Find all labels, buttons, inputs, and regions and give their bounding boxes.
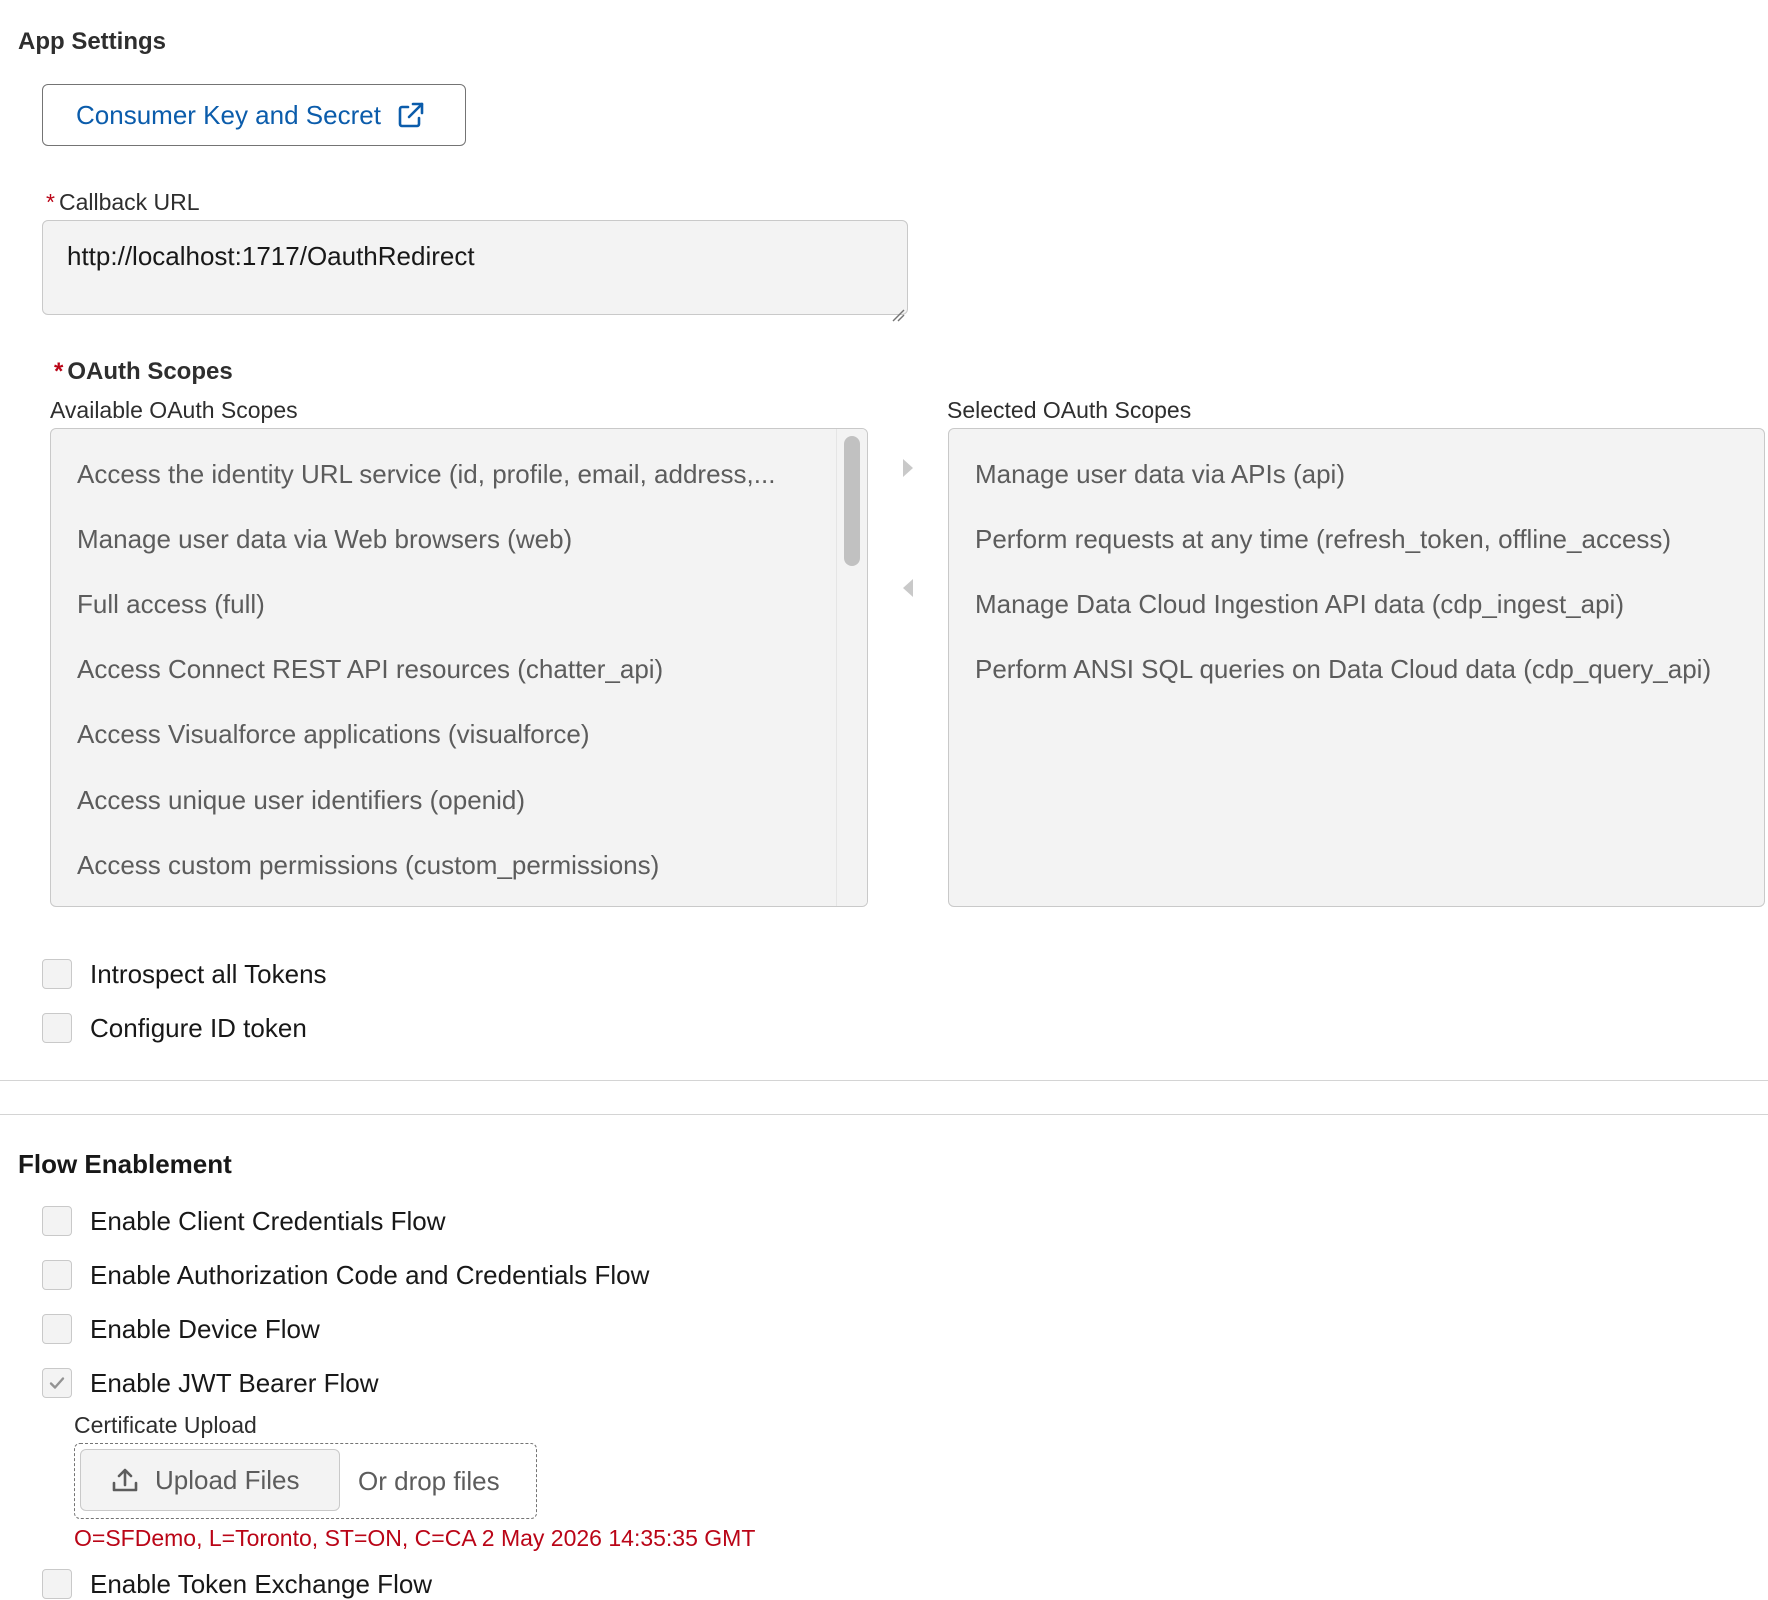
consumer-key-secret-button[interactable]: Consumer Key and Secret (42, 84, 466, 146)
callback-url-value: http://localhost:1717/OauthRedirect (67, 241, 475, 271)
checkbox-box[interactable] (42, 959, 72, 989)
checkbox-box[interactable] (42, 1368, 72, 1398)
app-settings-title: App Settings (18, 28, 166, 55)
section-divider (0, 1114, 1768, 1115)
available-scope-item[interactable]: Manage user data via Web browsers (web) (77, 526, 572, 552)
checkbox-label: Enable Client Credentials Flow (90, 1205, 446, 1236)
available-scopes-label: Available OAuth Scopes (50, 397, 298, 423)
auth-code-credentials-flow-checkbox[interactable]: Enable Authorization Code and Credential… (42, 1259, 649, 1291)
consumer-key-secret-label: Consumer Key and Secret (76, 99, 381, 130)
checkbox-label: Configure ID token (90, 1012, 307, 1043)
checkmark-icon (49, 1377, 65, 1389)
selected-scope-item[interactable]: Perform ANSI SQL queries on Data Cloud d… (975, 656, 1711, 682)
move-to-available-button[interactable] (896, 573, 920, 603)
certificate-dropzone[interactable]: Upload Files Or drop files (74, 1443, 537, 1519)
client-credentials-flow-checkbox[interactable]: Enable Client Credentials Flow (42, 1205, 446, 1237)
available-scope-item[interactable]: Access custom permissions (custom_permis… (77, 852, 659, 878)
selected-scope-item[interactable]: Manage Data Cloud Ingestion API data (cd… (975, 591, 1624, 617)
token-exchange-flow-checkbox[interactable]: Enable Token Exchange Flow (42, 1568, 432, 1600)
chevron-left-icon (903, 579, 913, 597)
selected-scopes-label: Selected OAuth Scopes (947, 397, 1192, 423)
oauth-scopes-label-text: OAuth Scopes (67, 358, 233, 385)
upload-icon (111, 1466, 139, 1494)
available-scope-item[interactable]: Access unique user identifiers (openid) (77, 787, 525, 813)
checkbox-label: Introspect all Tokens (90, 958, 327, 989)
required-marker: * (54, 358, 64, 385)
available-scopes-listbox[interactable]: Access the identity URL service (id, pro… (50, 428, 868, 907)
checkbox-box[interactable] (42, 1013, 72, 1043)
checkbox-box[interactable] (42, 1206, 72, 1236)
checkbox-box[interactable] (42, 1314, 72, 1344)
callback-url-label: * Callback URL (46, 191, 200, 214)
certificate-info: O=SFDemo, L=Toronto, ST=ON, C=CA 2 May 2… (74, 1525, 756, 1551)
flow-enablement-title: Flow Enablement (18, 1149, 232, 1179)
external-link-icon (397, 101, 425, 129)
selected-scope-item[interactable]: Perform requests at any time (refresh_to… (975, 526, 1671, 552)
oauth-scopes-label: * OAuth Scopes (54, 358, 233, 386)
selected-scopes-listbox[interactable]: Manage user data via APIs (api) Perform … (948, 428, 1765, 907)
callback-url-label-text: Callback URL (58, 189, 200, 215)
checkbox-label: Enable Token Exchange Flow (90, 1568, 433, 1599)
resize-grip-icon[interactable] (891, 298, 905, 322)
introspect-tokens-checkbox[interactable]: Introspect all Tokens (42, 958, 327, 990)
jwt-bearer-flow-checkbox[interactable]: Enable JWT Bearer Flow (42, 1367, 379, 1399)
chevron-right-icon (903, 459, 913, 477)
available-scope-item[interactable]: Access Connect REST API resources (chatt… (77, 656, 663, 682)
checkbox-label: Enable JWT Bearer Flow (90, 1367, 379, 1398)
move-to-selected-button[interactable] (896, 453, 920, 483)
configure-id-token-checkbox[interactable]: Configure ID token (42, 1012, 307, 1044)
checkbox-box[interactable] (42, 1260, 72, 1290)
available-scope-item[interactable]: Access Visualforce applications (visualf… (77, 721, 590, 747)
upload-files-label: Upload Files (155, 1464, 300, 1495)
scrollbar[interactable] (836, 429, 867, 906)
upload-files-button[interactable]: Upload Files (80, 1449, 340, 1511)
device-flow-checkbox[interactable]: Enable Device Flow (42, 1313, 320, 1345)
callback-url-field[interactable]: http://localhost:1717/OauthRedirect (42, 220, 908, 322)
checkbox-label: Enable Device Flow (90, 1313, 320, 1344)
required-marker: * (46, 189, 55, 215)
selected-scope-item[interactable]: Manage user data via APIs (api) (975, 461, 1345, 487)
checkbox-label: Enable Authorization Code and Credential… (90, 1259, 650, 1290)
checkbox-box[interactable] (42, 1569, 72, 1599)
section-divider (0, 1080, 1768, 1081)
certificate-upload-label: Certificate Upload (74, 1412, 257, 1438)
scrollbar-thumb[interactable] (844, 436, 860, 566)
available-scope-item[interactable]: Full access (full) (77, 591, 265, 617)
drop-files-text: Or drop files (358, 1466, 500, 1496)
available-scope-item[interactable]: Access the identity URL service (id, pro… (77, 461, 775, 487)
